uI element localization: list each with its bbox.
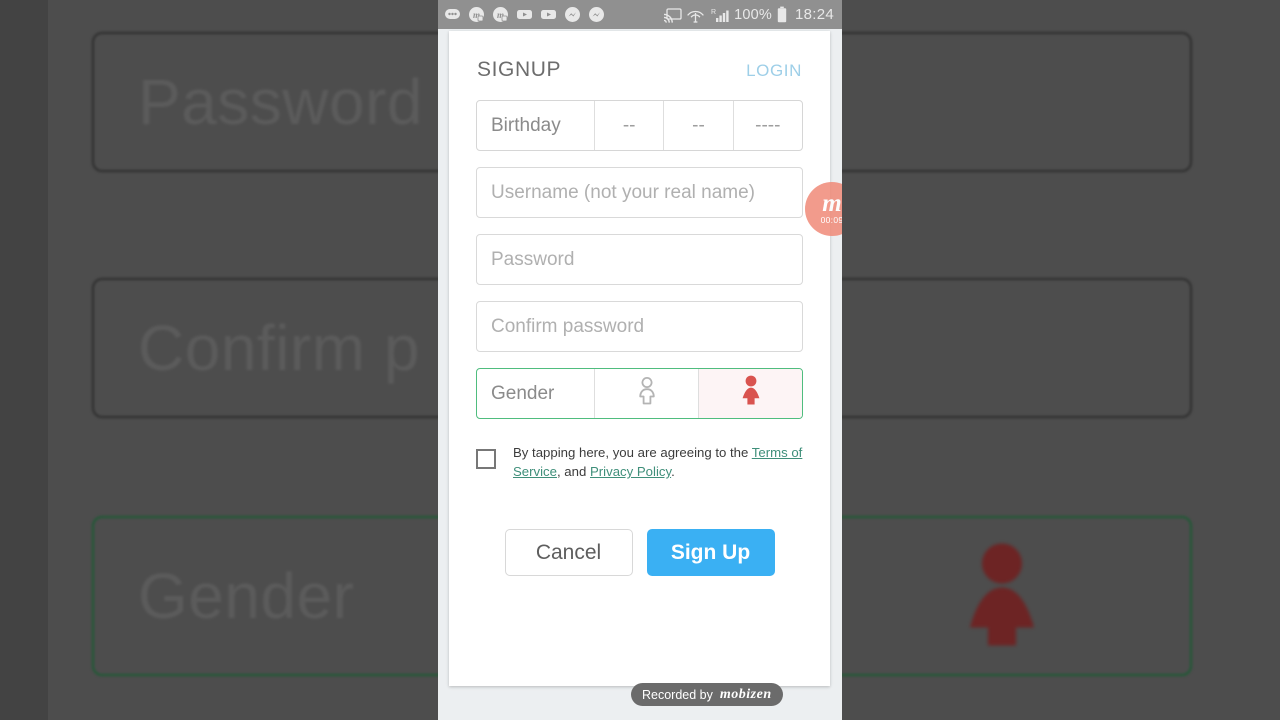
birthday-month-select[interactable]: --	[594, 101, 663, 150]
birthday-label: Birthday	[491, 114, 561, 136]
male-gender-icon	[636, 376, 658, 412]
messenger-icon	[588, 6, 605, 23]
phone-screen: m m R 100% 18:24 SIGNUP LOGIN Birthday -…	[438, 0, 842, 720]
messages-icon	[444, 6, 461, 23]
confirm-password-placeholder: Confirm password	[491, 315, 645, 337]
background-left-strip	[0, 0, 48, 720]
background-gender-text: Gender	[138, 560, 355, 632]
status-bar-clock: 18:24	[794, 6, 834, 23]
privacy-policy-link[interactable]: Privacy Policy	[590, 464, 671, 479]
terms-agreement-row[interactable]: By tapping here, you are agreeing to the…	[449, 419, 830, 481]
status-bar-notification-icons: m m	[444, 6, 605, 23]
youtube-icon	[516, 6, 533, 23]
watermark-text: Recorded by	[642, 687, 713, 702]
password-placeholder: Password	[491, 248, 575, 270]
cast-icon	[663, 7, 682, 23]
terms-text-middle: , and	[556, 464, 590, 480]
birthday-row: Birthday -- -- ----	[476, 100, 803, 151]
signup-button[interactable]: Sign Up	[646, 529, 775, 577]
birthday-year-select[interactable]: ----	[732, 101, 802, 150]
terms-text: By tapping here, you are agreeing to the…	[513, 443, 803, 481]
background-password-text: Password	[138, 66, 423, 138]
gender-field-wrap: Gender	[449, 368, 830, 419]
signal-bars-icon: R	[709, 7, 729, 23]
battery-percentage: 100%	[734, 6, 772, 23]
login-link[interactable]: LOGIN	[746, 61, 802, 81]
username-field-wrap: Username (not your real name)	[449, 167, 830, 218]
terms-text-before: By tapping here, you are agreeing to the	[513, 445, 752, 460]
mobizen-app-icon: m	[492, 6, 509, 23]
page-title: SIGNUP	[477, 58, 562, 81]
signup-dialog: SIGNUP LOGIN Birthday -- -- ---- Usernam…	[449, 31, 830, 686]
messenger-icon	[564, 6, 581, 23]
mobizen-app-icon: m	[468, 6, 485, 23]
terms-checkbox[interactable]	[476, 449, 496, 469]
dialog-actions: Cancel Sign Up	[449, 481, 830, 577]
female-gender-icon	[739, 375, 763, 412]
status-bar: m m R 100% 18:24	[438, 0, 842, 29]
confirm-password-input[interactable]: Confirm password	[476, 301, 803, 352]
battery-full-icon	[777, 6, 787, 23]
gender-label: Gender	[491, 382, 555, 404]
confirm-password-field-wrap: Confirm password	[449, 301, 830, 352]
username-placeholder: Username (not your real name)	[491, 181, 755, 203]
gender-male-option[interactable]	[594, 369, 698, 418]
cancel-button[interactable]: Cancel	[504, 529, 633, 577]
terms-text-after: .	[671, 464, 675, 480]
wifi-icon	[687, 7, 704, 23]
status-bar-system-icons: R 100% 18:24	[663, 6, 834, 23]
dialog-header: SIGNUP LOGIN	[449, 31, 830, 82]
background-female-gender-icon	[954, 542, 1050, 651]
birthday-day-select[interactable]: --	[663, 101, 732, 150]
password-field-wrap: Password	[449, 234, 830, 285]
recording-watermark: Recorded by mobizen	[631, 683, 783, 706]
gender-female-option[interactable]	[698, 369, 802, 418]
username-input[interactable]: Username (not your real name)	[476, 167, 803, 218]
background-confirm-password-text: Confirm p	[138, 312, 420, 384]
gender-row: Gender	[476, 368, 803, 419]
svg-text:R: R	[711, 9, 716, 16]
recording-timer: 00:09	[820, 215, 842, 226]
youtube-icon	[540, 6, 557, 23]
watermark-mobizen-logo: mobizen	[719, 686, 772, 702]
password-input[interactable]: Password	[476, 234, 803, 285]
mobizen-logo: m	[822, 189, 842, 217]
birthday-field-wrap: Birthday -- -- ----	[449, 100, 830, 151]
